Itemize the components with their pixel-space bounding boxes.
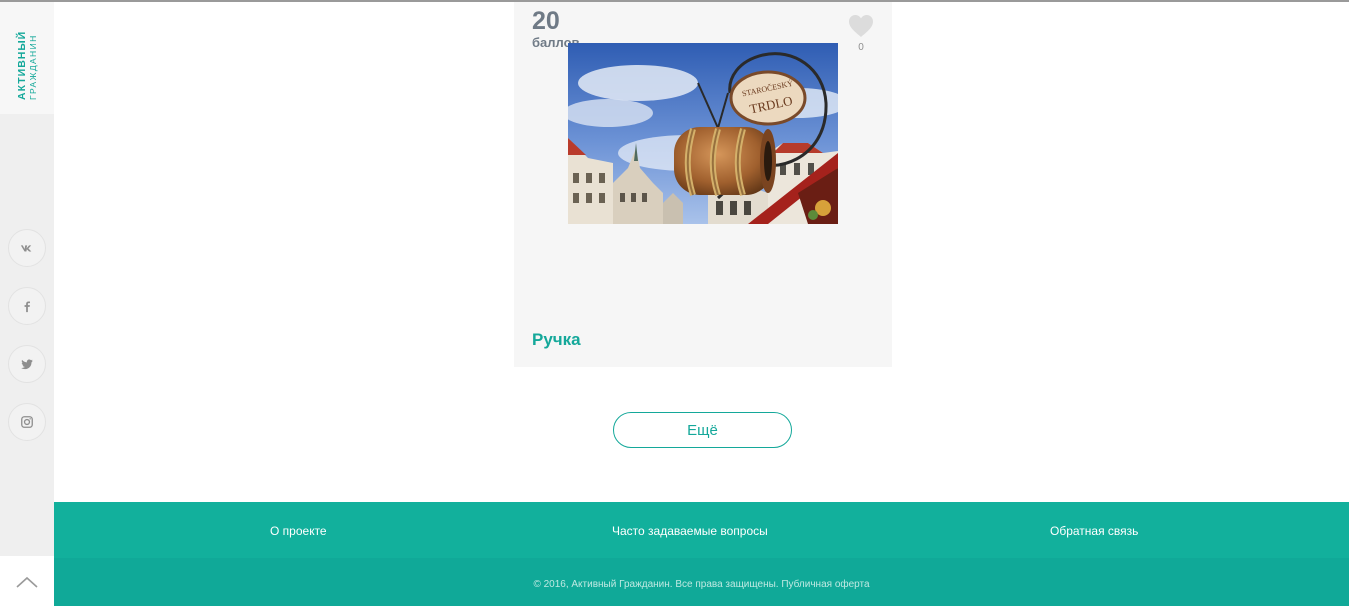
facebook-button[interactable] bbox=[8, 287, 46, 325]
score-value: 20 bbox=[532, 7, 560, 35]
like-count: 0 bbox=[858, 42, 864, 53]
twitter-button[interactable] bbox=[8, 345, 46, 383]
logo-area: АКТИВНЫЙ ГРАЖДАНИН bbox=[0, 2, 54, 114]
instagram-button[interactable] bbox=[8, 403, 46, 441]
vk-button[interactable] bbox=[8, 229, 46, 267]
footer-link-feedback[interactable]: Обратная связь bbox=[1050, 524, 1138, 538]
vk-icon bbox=[20, 245, 32, 252]
chevron-up-icon bbox=[16, 576, 38, 588]
footer-link-about[interactable]: О проекте bbox=[270, 524, 327, 538]
twitter-icon bbox=[21, 359, 33, 370]
heart-icon[interactable] bbox=[848, 14, 874, 38]
logo[interactable]: АКТИВНЫЙ ГРАЖДАНИН bbox=[14, 18, 42, 102]
load-more-button[interactable]: Ещё bbox=[613, 412, 792, 448]
copyright-text: © 2016, Активный Гражданин. Все права за… bbox=[533, 579, 870, 590]
footer-link-faq[interactable]: Часто задаваемые вопросы bbox=[612, 524, 768, 538]
card-photo[interactable]: STAROČESKÝ TRDLO bbox=[568, 43, 838, 224]
trdlo-photo: STAROČESKÝ TRDLO bbox=[568, 43, 838, 224]
logo-line-1: АКТИВНЫЙ bbox=[15, 31, 28, 100]
idea-card[interactable]: 20 баллов 0 STAROČESKÝ TRDLO Ручка bbox=[514, 2, 892, 367]
card-title-link[interactable]: Ручка bbox=[532, 330, 581, 350]
sidebar: АКТИВНЫЙ ГРАЖДАНИН bbox=[0, 2, 54, 608]
footer-copyright-bar: © 2016, Активный Гражданин. Все права за… bbox=[54, 558, 1349, 606]
facebook-icon bbox=[24, 301, 30, 313]
logo-line-2: ГРАЖДАНИН bbox=[28, 34, 38, 100]
instagram-icon bbox=[21, 416, 33, 428]
scroll-up-button[interactable] bbox=[0, 556, 54, 608]
footer-nav: О проекте Часто задаваемые вопросы Обрат… bbox=[54, 502, 1349, 558]
